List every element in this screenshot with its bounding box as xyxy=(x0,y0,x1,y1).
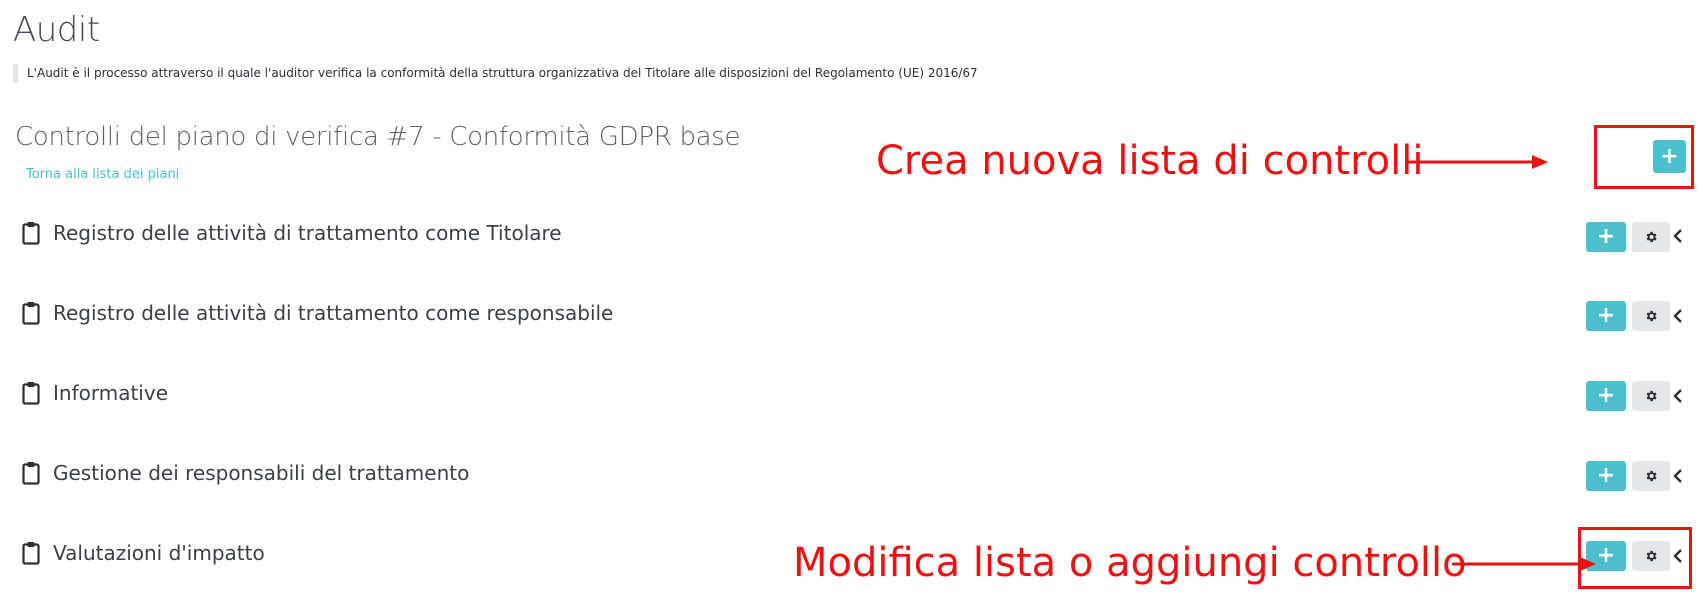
clipboard-icon xyxy=(22,382,40,405)
page-title: Audit xyxy=(13,10,100,50)
intro-blockquote: L'Audit è il processo attraverso il qual… xyxy=(13,64,978,83)
clipboard-icon xyxy=(22,462,40,485)
checklist-settings-button[interactable] xyxy=(1632,381,1670,411)
checklist-settings-button[interactable] xyxy=(1632,301,1670,331)
plus-icon: + xyxy=(1596,224,1616,249)
add-control-button[interactable]: + xyxy=(1586,461,1626,491)
annotation-create-list: Crea nuova lista di controlli xyxy=(876,138,1424,184)
clipboard-icon xyxy=(22,222,40,245)
plus-icon: + xyxy=(1596,303,1616,328)
back-to-plans-link[interactable]: Torna alla lista dei piani xyxy=(26,167,179,182)
gear-icon xyxy=(1646,231,1657,243)
checklist-title[interactable]: Gestione dei responsabili del trattament… xyxy=(53,461,469,485)
checklist-title[interactable]: Registro delle attività di trattamento c… xyxy=(53,301,613,325)
checklist-title[interactable]: Informative xyxy=(53,381,168,405)
checklist-settings-button[interactable] xyxy=(1632,461,1670,491)
checklist-settings-button[interactable] xyxy=(1632,222,1670,252)
add-control-button[interactable]: + xyxy=(1586,381,1626,411)
annotation-edit-list: Modifica lista o aggiungi controllo xyxy=(793,540,1467,586)
checklist-title[interactable]: Valutazioni d'impatto xyxy=(53,541,265,565)
plan-title: Controlli del piano di verifica #7 - Con… xyxy=(15,122,741,152)
chevron-left-icon[interactable] xyxy=(1672,228,1684,244)
chevron-left-icon[interactable] xyxy=(1672,308,1684,324)
gear-icon xyxy=(1646,310,1657,322)
arrow-right-icon xyxy=(1452,557,1596,571)
add-control-button[interactable]: + xyxy=(1586,222,1626,252)
gear-icon xyxy=(1646,470,1657,482)
audit-page: Audit L'Audit è il processo attraverso i… xyxy=(0,0,1700,604)
annotation-highlight-box xyxy=(1594,125,1694,189)
checklist-title[interactable]: Registro delle attività di trattamento c… xyxy=(53,221,562,245)
arrow-right-icon xyxy=(1406,155,1548,169)
plus-icon: + xyxy=(1596,463,1616,488)
chevron-left-icon[interactable] xyxy=(1672,388,1684,404)
clipboard-icon xyxy=(22,542,40,565)
clipboard-icon xyxy=(22,302,40,325)
plus-icon: + xyxy=(1596,383,1616,408)
add-control-button[interactable]: + xyxy=(1586,301,1626,331)
annotation-highlight-box xyxy=(1578,527,1692,589)
chevron-left-icon[interactable] xyxy=(1672,468,1684,484)
gear-icon xyxy=(1646,390,1657,402)
